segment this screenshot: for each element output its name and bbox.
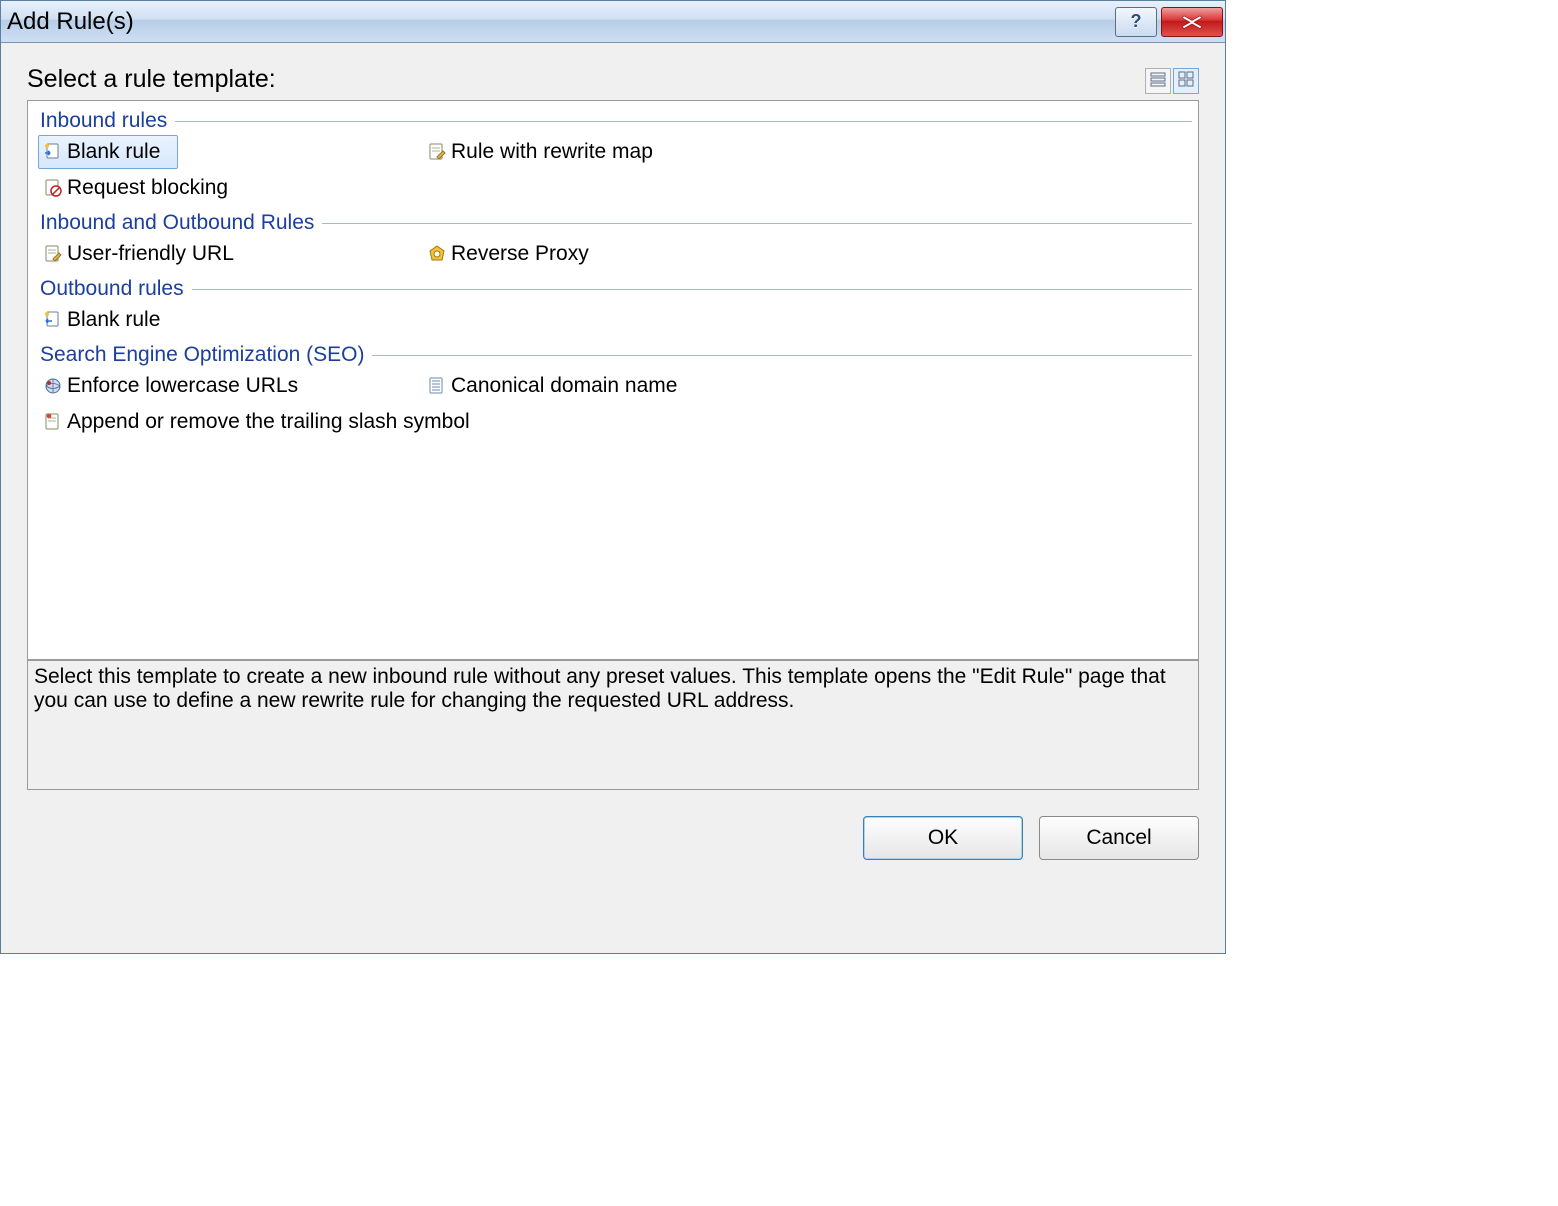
doc-list-icon (427, 376, 447, 396)
doc-out-icon (43, 310, 63, 330)
template-label: Append or remove the trailing slash symb… (67, 410, 470, 434)
doc-edit-icon (427, 142, 447, 162)
titlebar: Add Rule(s) ? (1, 1, 1225, 43)
dialog-body: Select a rule template: (1, 43, 1225, 953)
group-items: Enforce lowercase URLs Canonical domain … (34, 369, 1192, 439)
doc-in-icon (43, 142, 63, 162)
group-header-inout: Inbound and Outbound Rules (34, 211, 1192, 235)
description-box: Select this template to create a new inb… (27, 660, 1199, 790)
group-divider (175, 121, 1192, 122)
template-append-remove-trailing-slash[interactable]: Append or remove the trailing slash symb… (38, 405, 475, 439)
grid-view-icon (1178, 71, 1194, 92)
window-title: Add Rule(s) (7, 8, 1115, 36)
group-divider (372, 355, 1192, 356)
template-label: Enforce lowercase URLs (67, 374, 298, 398)
cancel-label: Cancel (1086, 826, 1151, 850)
help-button[interactable]: ? (1115, 7, 1157, 37)
close-icon (1181, 15, 1203, 29)
template-label: Rule with rewrite map (451, 140, 653, 164)
group-label: Outbound rules (40, 277, 184, 301)
section-title: Select a rule template: (27, 65, 276, 94)
view-grid-button[interactable] (1173, 68, 1199, 94)
template-list[interactable]: Inbound rules Blank rule (27, 100, 1199, 660)
group-header-seo: Search Engine Optimization (SEO) (34, 343, 1192, 367)
group-items: User-friendly URL Reverse Proxy (34, 237, 1192, 271)
view-mode-buttons (1145, 68, 1199, 94)
proxy-icon (427, 244, 447, 264)
description-text: Select this template to create a new inb… (34, 665, 1166, 712)
group-items: Blank rule Rule with rewrite map (34, 135, 1192, 205)
globe-icon (43, 376, 63, 396)
template-rule-with-rewrite-map[interactable]: Rule with rewrite map (422, 135, 658, 169)
close-button[interactable] (1161, 7, 1223, 37)
doc-block-icon (43, 178, 63, 198)
template-label: Request blocking (67, 176, 228, 200)
template-reverse-proxy[interactable]: Reverse Proxy (422, 237, 594, 271)
group-divider (192, 289, 1192, 290)
group-header-inbound: Inbound rules (34, 109, 1192, 133)
cancel-button[interactable]: Cancel (1039, 816, 1199, 860)
list-view-icon (1150, 71, 1166, 92)
header-row: Select a rule template: (27, 65, 1199, 94)
template-canonical-domain-name[interactable]: Canonical domain name (422, 369, 682, 403)
ok-label: OK (928, 826, 958, 850)
template-blank-rule-inbound[interactable]: Blank rule (38, 135, 178, 169)
group-items: Blank rule (34, 303, 1192, 337)
add-rules-dialog: Add Rule(s) ? Select a rule template: (0, 0, 1226, 954)
group-label: Search Engine Optimization (SEO) (40, 343, 364, 367)
template-user-friendly-url[interactable]: User-friendly URL (38, 237, 239, 271)
ok-button[interactable]: OK (863, 816, 1023, 860)
help-icon: ? (1131, 11, 1142, 32)
template-blank-rule-outbound[interactable]: Blank rule (38, 303, 178, 337)
doc-pin-icon (43, 412, 63, 432)
group-label: Inbound and Outbound Rules (40, 211, 314, 235)
doc-edit-icon (43, 244, 63, 264)
template-label: User-friendly URL (67, 242, 234, 266)
template-label: Blank rule (67, 140, 160, 164)
view-list-button[interactable] (1145, 68, 1171, 94)
template-label: Blank rule (67, 308, 160, 332)
template-label: Canonical domain name (451, 374, 677, 398)
dialog-button-row: OK Cancel (27, 790, 1199, 864)
group-header-outbound: Outbound rules (34, 277, 1192, 301)
group-divider (322, 223, 1192, 224)
template-enforce-lowercase-urls[interactable]: Enforce lowercase URLs (38, 369, 303, 403)
group-label: Inbound rules (40, 109, 167, 133)
template-label: Reverse Proxy (451, 242, 589, 266)
template-request-blocking[interactable]: Request blocking (38, 171, 233, 205)
